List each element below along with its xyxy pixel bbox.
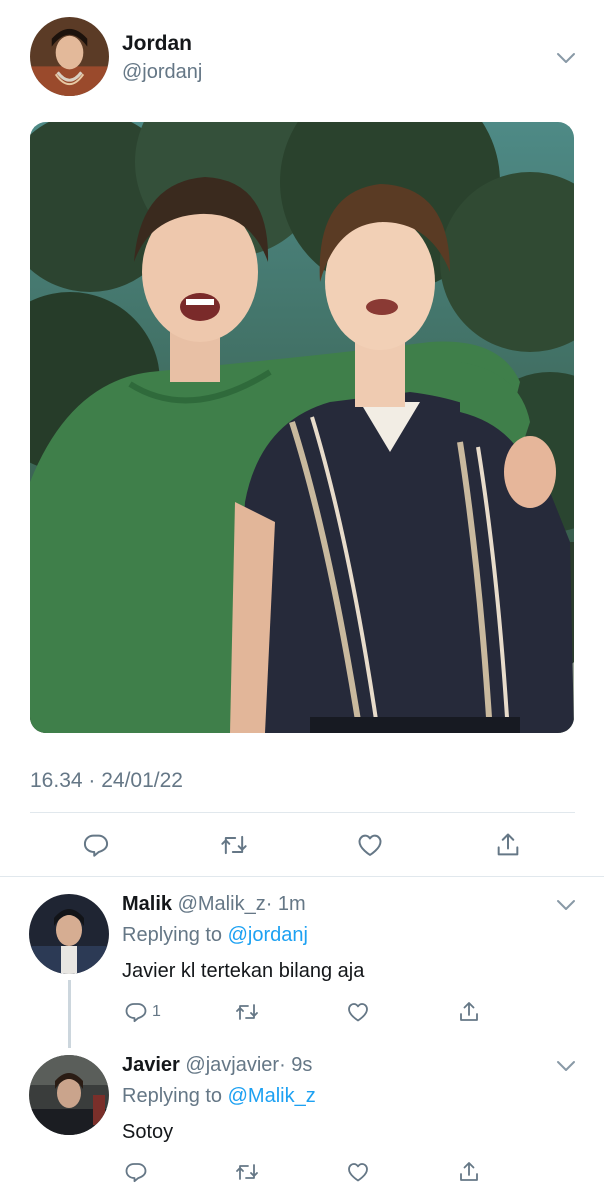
author-name[interactable]: Jordan — [122, 32, 192, 56]
like-button[interactable] — [343, 1157, 373, 1187]
reply-icon — [125, 1003, 147, 1023]
divider — [0, 876, 604, 877]
reply-author[interactable]: Malik @Malik_z· 1m — [122, 893, 306, 916]
share-icon — [460, 1002, 478, 1021]
reply-author-name: Javier — [122, 1054, 180, 1076]
reply-author-handle: @Malik_z — [177, 893, 266, 915]
like-icon — [348, 1003, 368, 1022]
reply-avatar[interactable] — [29, 894, 109, 974]
replying-label: Replying to — [122, 924, 223, 946]
tweet-photo[interactable] — [30, 122, 574, 733]
retweet-button[interactable] — [219, 830, 249, 860]
reply-button[interactable] — [121, 997, 151, 1027]
reply-time: · 9s — [279, 1054, 313, 1076]
reply-author[interactable]: Javier @javjavier· 9s — [122, 1054, 312, 1077]
share-button[interactable] — [454, 997, 484, 1027]
reply-icon — [125, 1163, 147, 1183]
reply-button[interactable] — [81, 830, 111, 860]
like-button[interactable] — [355, 830, 385, 860]
chevron-down-icon[interactable] — [556, 898, 576, 912]
reply-icon — [83, 834, 109, 857]
reply-button[interactable] — [121, 1157, 151, 1187]
replying-to-link[interactable]: @Malik_z — [228, 1085, 316, 1107]
tweet-timestamp[interactable]: 16.34 · 24/01/22 — [30, 769, 183, 793]
replying-to-link[interactable]: @jordanj — [228, 924, 308, 946]
replying-to: Replying to @jordanj — [122, 924, 308, 947]
share-icon — [460, 1162, 478, 1181]
divider — [30, 812, 575, 813]
like-icon — [358, 834, 382, 856]
reply-author-handle: @javjavier — [185, 1054, 280, 1076]
author-handle[interactable]: @jordanj — [122, 61, 202, 84]
replying-to: Replying to @Malik_z — [122, 1085, 316, 1108]
like-button[interactable] — [343, 997, 373, 1027]
author-avatar[interactable] — [30, 17, 109, 96]
reply-author-name: Malik — [122, 893, 173, 915]
retweet-icon — [221, 835, 247, 855]
retweet-button[interactable] — [232, 1157, 262, 1187]
retweet-icon — [236, 1004, 258, 1020]
reply-count: 1 — [152, 1003, 161, 1020]
retweet-icon — [236, 1164, 258, 1180]
share-button[interactable] — [493, 830, 523, 860]
like-icon — [348, 1163, 368, 1182]
reply-time: · 1m — [265, 893, 306, 915]
replying-label: Replying to — [122, 1085, 223, 1107]
reply-text: Javier kl tertekan bilang aja — [122, 960, 365, 982]
reply-avatar[interactable] — [29, 1055, 109, 1135]
chevron-down-icon[interactable] — [556, 1059, 576, 1073]
reply-text: Sotoy — [122, 1121, 174, 1143]
retweet-button[interactable] — [232, 997, 262, 1027]
chevron-down-icon[interactable] — [556, 51, 576, 65]
thread-line — [68, 980, 71, 1048]
share-button[interactable] — [454, 1157, 484, 1187]
share-icon — [497, 833, 519, 856]
